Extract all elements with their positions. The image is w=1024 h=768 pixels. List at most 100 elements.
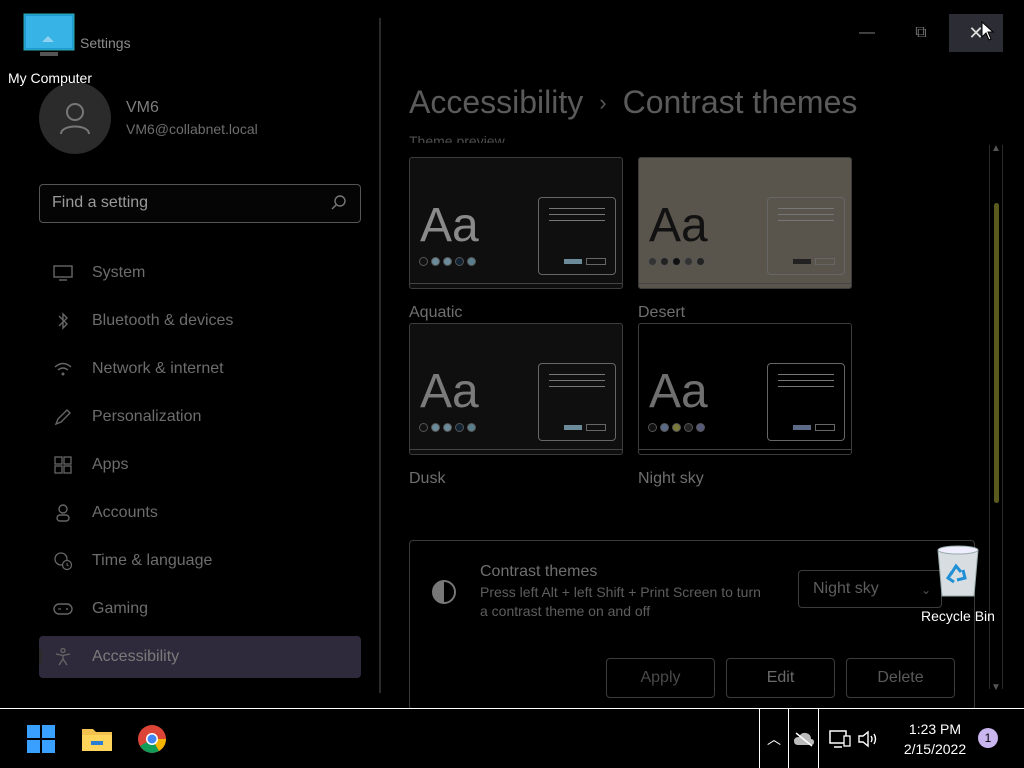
theme-card-night-sky[interactable]: Aa <box>638 323 852 455</box>
search-icon[interactable] <box>330 194 348 212</box>
color-swatch <box>684 257 693 266</box>
monitor-icon <box>23 13 75 56</box>
theme-card-aquatic[interactable]: Aa <box>409 157 623 289</box>
sidebar-item-apps[interactable]: Apps <box>39 444 361 486</box>
color-swatch <box>672 257 681 266</box>
color-swatch <box>419 257 428 266</box>
show-hidden-icons-button[interactable]: ︿ <box>759 709 789 768</box>
card-divider <box>639 283 851 288</box>
notification-badge[interactable]: 1 <box>978 728 998 748</box>
user-email: VM6@collabnet.local <box>126 121 258 137</box>
bluetooth-icon <box>52 310 74 332</box>
theme-window-preview <box>767 363 845 441</box>
cloud-off-icon <box>793 732 814 747</box>
theme-sample-text: Aa <box>649 199 708 252</box>
minimize-button[interactable]: — <box>840 14 894 52</box>
preview-button <box>793 425 811 430</box>
volume-tray-button[interactable] <box>851 721 887 757</box>
system-clock[interactable]: 1:23 PM 2/15/2022 <box>888 719 982 759</box>
color-swatch <box>431 423 440 432</box>
scroll-track <box>1002 145 1003 689</box>
my-computer-shortcut[interactable]: My Computer <box>4 12 96 86</box>
avatar[interactable] <box>39 82 111 154</box>
clock-date: 2/15/2022 <box>903 741 967 757</box>
color-swatch <box>672 423 681 432</box>
file-explorer-button[interactable] <box>79 721 115 757</box>
color-swatch <box>684 423 693 432</box>
start-button[interactable] <box>23 721 59 757</box>
preview-button <box>586 258 606 265</box>
preview-line <box>778 374 834 375</box>
sidebar-item-label: Network & internet <box>92 360 224 377</box>
active-indicator <box>39 649 42 665</box>
color-swatch <box>443 257 452 266</box>
color-swatch <box>648 257 657 266</box>
wifi-icon <box>52 358 74 380</box>
theme-card-desert[interactable]: Aa <box>638 157 852 289</box>
user-name: VM6 <box>126 99 159 116</box>
search-input[interactable] <box>52 194 322 212</box>
preview-line <box>778 386 834 387</box>
scroll-thumb[interactable] <box>994 203 999 503</box>
preview-line <box>549 220 605 221</box>
panel-title: Contrast themes <box>480 563 598 580</box>
sidebar-item-accounts[interactable]: Accounts <box>39 492 361 534</box>
preview-button <box>815 424 835 431</box>
breadcrumb-separator-icon: › <box>599 89 607 115</box>
apps-icon <box>52 454 74 476</box>
windows-logo-icon <box>27 725 55 753</box>
preview-line <box>778 208 834 209</box>
recycle-bin-shortcut[interactable]: Recycle Bin <box>918 544 998 624</box>
sidebar-item-system[interactable]: System <box>39 252 361 294</box>
theme-sample-text: Aa <box>420 199 479 252</box>
theme-color-swatches <box>419 423 476 432</box>
breadcrumb-parent[interactable]: Accessibility <box>409 84 583 121</box>
color-swatch <box>467 257 476 266</box>
preview-line <box>549 386 605 387</box>
sidebar-item-label: Time & language <box>92 552 213 569</box>
sidebar-item-accessibility[interactable]: Accessibility <box>39 636 361 678</box>
mouse-cursor-icon <box>981 21 995 41</box>
monitor-icon <box>52 262 74 284</box>
sidebar-item-time-language[interactable]: Time & language <box>39 540 361 582</box>
scroll-up-icon[interactable]: ▲ <box>991 143 1001 154</box>
recycle-bin-icon <box>937 545 979 597</box>
preview-line <box>778 220 834 221</box>
sidebar-item-label: Accessibility <box>92 648 180 665</box>
sidebar-item-personalization[interactable]: Personalization <box>39 396 361 438</box>
theme-card-dusk[interactable]: Aa <box>409 323 623 455</box>
onedrive-tray-button[interactable] <box>789 709 819 768</box>
search-box[interactable] <box>39 184 361 223</box>
delete-button[interactable]: Delete <box>846 658 955 698</box>
edit-button[interactable]: Edit <box>726 658 835 698</box>
recycle-bin-label: Recycle Bin <box>921 608 995 624</box>
person-icon <box>52 502 74 524</box>
folder-icon <box>82 729 112 751</box>
sidebar-item-bluetooth[interactable]: Bluetooth & devices <box>39 300 361 342</box>
chevron-up-icon: ︿ <box>767 731 781 747</box>
sidebar-item-label: Accounts <box>92 504 158 521</box>
sidebar-item-network[interactable]: Network & internet <box>39 348 361 390</box>
preview-line <box>549 374 605 375</box>
card-divider <box>410 449 622 454</box>
color-swatch <box>660 257 669 266</box>
theme-window-preview <box>538 197 616 275</box>
sidebar-item-label: Personalization <box>92 408 202 425</box>
chrome-button[interactable] <box>134 721 170 757</box>
pane-divider <box>379 18 381 693</box>
my-computer-label: My Computer <box>7 70 93 86</box>
color-swatch <box>443 423 452 432</box>
apply-button[interactable]: Apply <box>606 658 715 698</box>
contrast-themes-panel: Contrast themes Press left Alt + left Sh… <box>409 540 975 710</box>
scroll-down-icon[interactable]: ▼ <box>991 682 1001 693</box>
page-title: Contrast themes <box>622 84 858 120</box>
person-icon <box>60 103 90 135</box>
color-swatch <box>648 423 657 432</box>
sidebar-item-label: Apps <box>92 456 129 473</box>
sidebar-item-gaming[interactable]: Gaming <box>39 588 361 630</box>
restore-button[interactable]: ⧉ <box>894 14 948 52</box>
color-swatch <box>696 257 705 266</box>
speaker-icon <box>858 730 877 748</box>
pencil-icon <box>52 406 74 428</box>
panel-description: Press left Alt + left Shift + Print Scre… <box>480 584 761 619</box>
